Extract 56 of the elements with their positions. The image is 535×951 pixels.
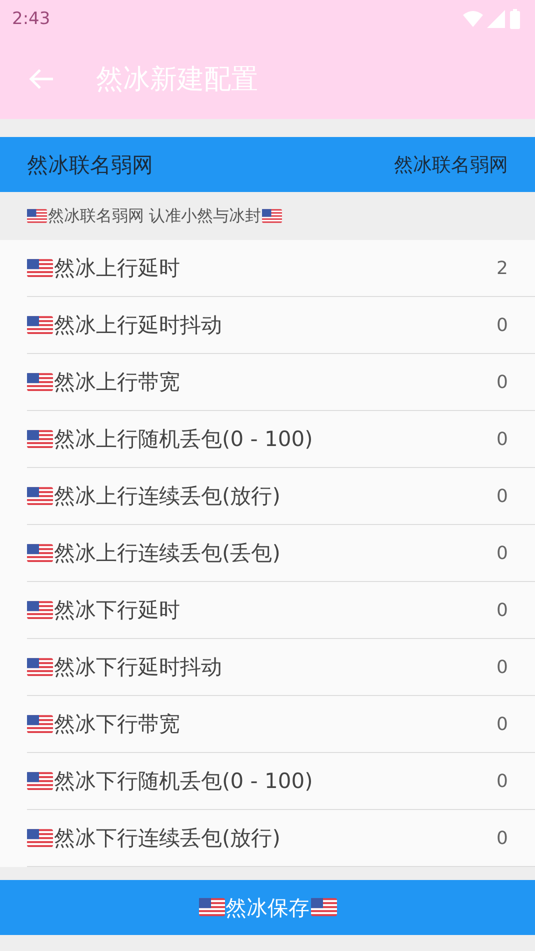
setting-value: 0 bbox=[496, 828, 508, 848]
setting-row[interactable]: 然冰上行随机丢包(0 - 100) 0 bbox=[27, 411, 535, 468]
setting-row[interactable]: 然冰下行带宽 0 bbox=[27, 696, 535, 753]
setting-value: 0 bbox=[496, 600, 508, 620]
setting-value: 0 bbox=[496, 428, 508, 450]
setting-row[interactable]: 然冰上行带宽 0 bbox=[27, 354, 535, 411]
setting-row[interactable]: 然冰下行连续丢包(放行) 0 bbox=[27, 810, 535, 867]
setting-value: 0 bbox=[496, 656, 508, 678]
setting-value: 0 bbox=[496, 314, 508, 336]
setting-row[interactable]: 然冰上行延时 2 bbox=[27, 240, 535, 297]
us-flag-icon bbox=[27, 372, 53, 392]
setting-label: 然冰上行带宽 bbox=[54, 369, 180, 396]
battery-icon bbox=[509, 9, 521, 29]
setting-label: 然冰上行延时 bbox=[54, 255, 180, 282]
setting-label: 然冰下行随机丢包(0 - 100) bbox=[54, 768, 313, 795]
setting-value: 2 bbox=[496, 258, 508, 278]
back-arrow-icon[interactable] bbox=[28, 68, 54, 90]
us-flag-icon bbox=[27, 772, 53, 790]
setting-label: 然冰上行延时抖动 bbox=[54, 312, 222, 339]
setting-row[interactable]: 然冰下行随机丢包(0 - 100) 0 bbox=[27, 753, 535, 810]
setting-row[interactable]: 然冰下行延时抖动 0 bbox=[27, 639, 535, 696]
us-flag-icon bbox=[27, 209, 47, 223]
header-label: 然冰联名弱网 bbox=[394, 152, 508, 178]
us-flag-icon bbox=[262, 209, 282, 223]
us-flag-icon bbox=[27, 258, 53, 278]
setting-row[interactable]: 然冰下行延时 0 bbox=[27, 582, 535, 639]
setting-label: 然冰上行连续丢包(放行) bbox=[54, 483, 280, 510]
setting-value: 0 bbox=[496, 486, 508, 506]
setting-label: 然冰下行连续丢包(放行) bbox=[54, 825, 280, 852]
subheader-text: 然冰联名弱网 认准小然与冰封 bbox=[48, 206, 262, 226]
setting-value: 0 bbox=[496, 542, 508, 564]
setting-label: 然冰下行带宽 bbox=[54, 711, 180, 738]
setting-value: 0 bbox=[496, 372, 508, 392]
setting-value: 0 bbox=[496, 770, 508, 792]
us-flag-icon bbox=[27, 714, 53, 734]
us-flag-icon bbox=[27, 316, 53, 334]
setting-row[interactable]: 然冰上行连续丢包(丢包) 0 bbox=[27, 525, 535, 582]
setting-label: 然冰上行连续丢包(丢包) bbox=[54, 540, 280, 567]
us-flag-icon bbox=[27, 544, 53, 562]
status-time: 2:43 bbox=[12, 9, 50, 29]
wifi-icon bbox=[463, 11, 483, 27]
setting-row[interactable]: 然冰上行延时抖动 0 bbox=[27, 297, 535, 354]
setting-label: 然冰上行随机丢包(0 - 100) bbox=[54, 426, 313, 453]
header-title: 然冰联名弱网 bbox=[27, 152, 153, 178]
us-flag-icon bbox=[27, 430, 53, 448]
setting-row[interactable]: 然冰上行连续丢包(放行) 0 bbox=[27, 468, 535, 525]
setting-value: 0 bbox=[496, 714, 508, 734]
us-flag-icon bbox=[27, 486, 53, 506]
us-flag-icon bbox=[310, 898, 336, 917]
us-flag-icon bbox=[27, 658, 53, 676]
us-flag-icon bbox=[27, 600, 53, 620]
setting-label: 然冰下行延时 bbox=[54, 597, 180, 624]
us-flag-icon bbox=[27, 828, 53, 848]
setting-label: 然冰下行延时抖动 bbox=[54, 654, 222, 681]
signal-icon bbox=[487, 10, 505, 28]
us-flag-icon bbox=[198, 898, 224, 917]
